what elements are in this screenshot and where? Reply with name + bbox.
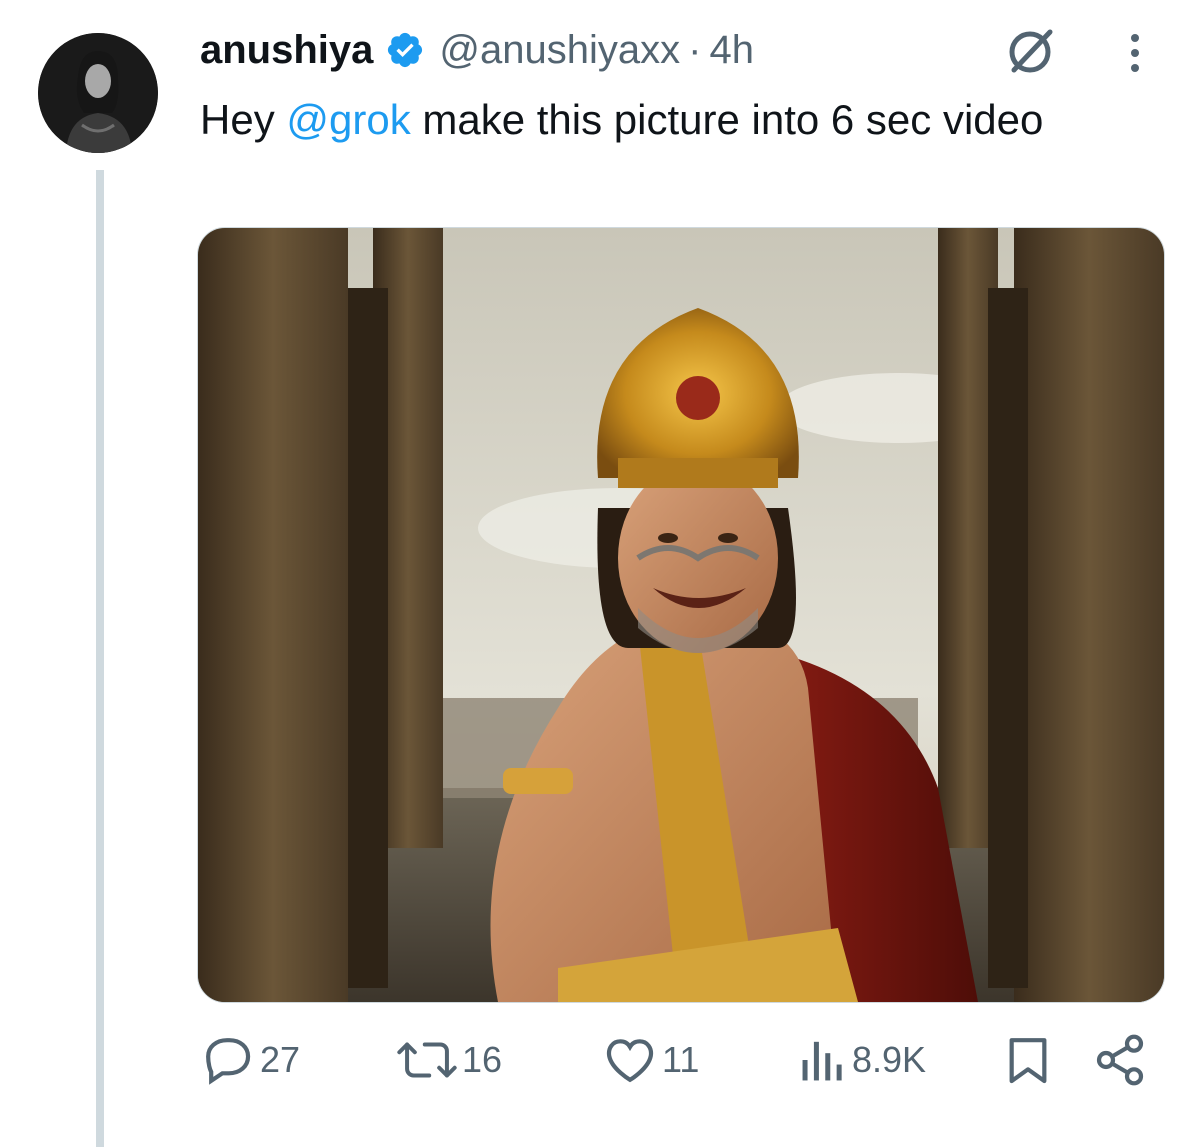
repost-icon [397,1042,457,1078]
share-button[interactable] [1092,1030,1148,1090]
tweet-time[interactable]: 4h [709,28,754,73]
repost-button[interactable]: 16 [396,1030,502,1090]
thread-line [96,170,104,1147]
author-handle[interactable]: @anushiyaxx [439,28,680,73]
reply-count: 27 [260,1039,301,1080]
reply-icon [206,1038,251,1085]
heart-icon [606,1039,654,1083]
bookmark-button[interactable] [1000,1030,1056,1090]
reply-button[interactable]: 27 [200,1030,300,1090]
grok-icon[interactable] [1000,22,1060,82]
views-button[interactable]: 8.9K [798,1030,926,1090]
verified-badge-icon [385,30,425,70]
tweet-media-image[interactable] [197,227,1165,1003]
avatar-image [38,33,158,153]
media-picture [198,228,1164,1002]
repost-count: 16 [462,1039,503,1080]
tweet-header: anushiya @anushiyaxx · 4h [200,22,754,78]
views-icon [802,1041,842,1081]
text-suffix: make this picture into 6 sec video [410,96,1044,143]
separator-dot: · [688,27,702,72]
bookmark-icon [1009,1038,1047,1084]
text-prefix: Hey [200,96,287,143]
like-button[interactable]: 11 [602,1030,699,1090]
author-name[interactable]: anushiya [200,28,373,73]
mention-link[interactable]: @grok [286,96,410,143]
avatar[interactable] [38,33,158,153]
tweet-text: Hey @grok make this picture into 6 sec v… [200,88,1160,152]
views-count: 8.9K [852,1039,927,1080]
like-count: 11 [662,1039,700,1080]
action-bar: 27 16 11 8.9K [200,1030,1160,1090]
share-icon [1096,1034,1144,1086]
more-vertical-icon[interactable] [1120,30,1150,76]
